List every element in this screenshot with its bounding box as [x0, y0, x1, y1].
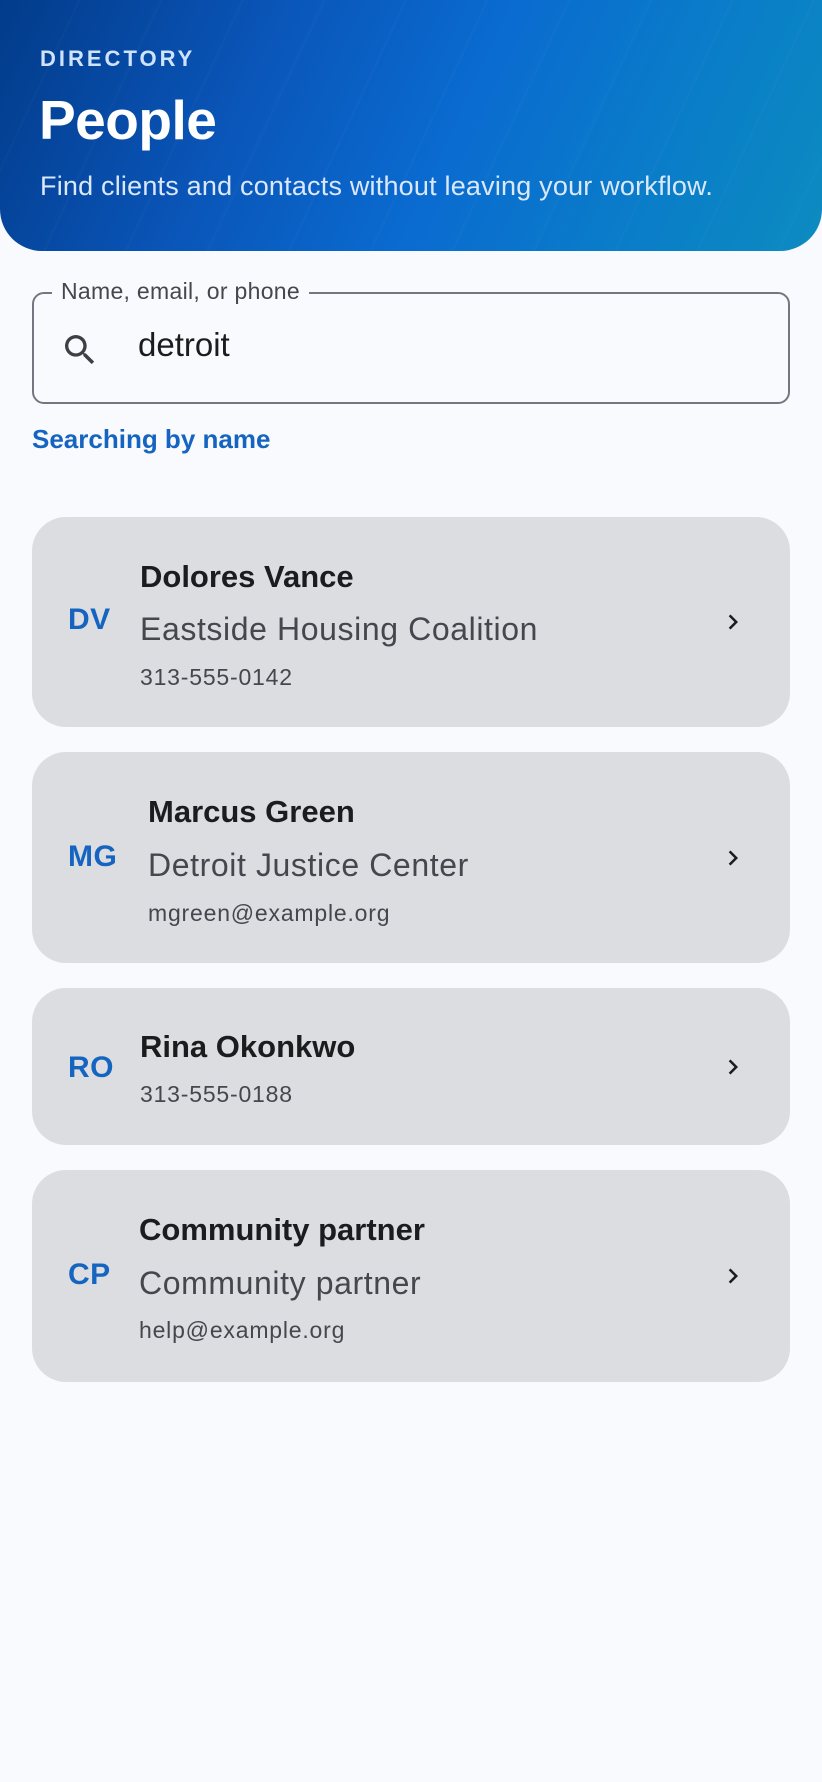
contact-organization: Detroit Justice Center [148, 847, 469, 883]
contact-name: Dolores Vance [140, 559, 354, 594]
chevron-right-icon [728, 850, 738, 866]
contact-name: Rina Okonkwo [140, 1029, 356, 1064]
contact-phone: 313-555-0142 [140, 664, 293, 690]
contact-name: Marcus Green [148, 794, 355, 829]
contact-initials: MG [68, 840, 118, 873]
contact-card[interactable]: RO Rina Okonkwo 313-555-0188 [32, 988, 790, 1145]
search-helper-text: Searching by name [32, 424, 271, 454]
header-banner: DIRECTORY People Find clients and contac… [0, 0, 822, 251]
contact-email: help@example.org [139, 1317, 346, 1343]
section-overline: DIRECTORY [40, 46, 196, 71]
contact-card[interactable]: CP Community partner Community partner h… [32, 1170, 790, 1382]
search-field[interactable]: Name, email, or phone detroit [32, 278, 790, 404]
contact-organization: Community partner [139, 1265, 422, 1301]
page-title: People [39, 89, 217, 151]
contact-initials: RO [68, 1051, 114, 1084]
contact-phone: 313-555-0188 [140, 1081, 293, 1107]
chevron-right-icon [728, 1268, 738, 1284]
chevron-right-icon [728, 614, 738, 630]
chevron-right-icon [728, 1059, 738, 1075]
contact-email: mgreen@example.org [148, 900, 391, 926]
contact-initials: DV [68, 603, 111, 636]
contact-organization: Eastside Housing Coalition [140, 611, 539, 647]
page-subtitle: Find clients and contacts without leavin… [40, 171, 714, 201]
search-icon [65, 335, 95, 365]
contact-card[interactable]: DV Dolores Vance Eastside Housing Coalit… [32, 517, 790, 727]
contact-initials: CP [68, 1258, 111, 1291]
contact-name: Community partner [139, 1212, 425, 1247]
search-field-label: Name, email, or phone [52, 278, 309, 305]
search-input[interactable]: detroit [138, 326, 230, 364]
contact-card[interactable]: MG Marcus Green Detroit Justice Center m… [32, 752, 790, 963]
